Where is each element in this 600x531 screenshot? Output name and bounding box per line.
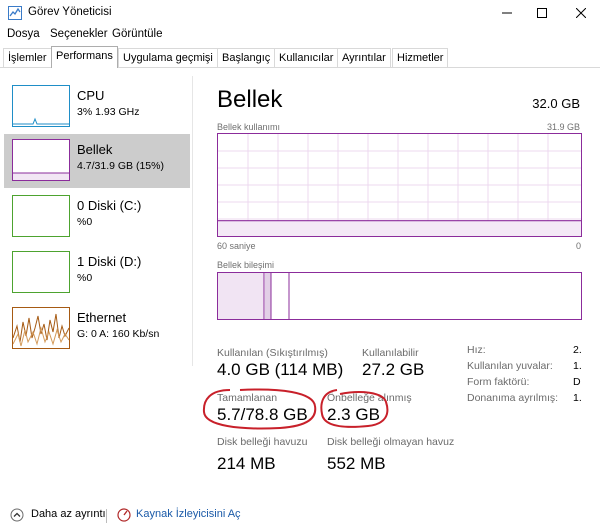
menu-options[interactable]: Seçenekler xyxy=(50,28,108,40)
menu-view[interactable]: Görüntüle xyxy=(112,28,163,40)
tab-services[interactable]: Hizmetler xyxy=(392,48,449,67)
sidebar-item-disk-d[interactable]: 1 Diski (D:) %0 xyxy=(4,246,190,300)
paged-pool-value: 214 MB xyxy=(217,454,276,473)
slots-used-label: Kullanılan yuvalar: xyxy=(467,360,553,372)
task-manager-icon xyxy=(8,6,22,20)
footer-bar: Daha az ayrıntı Kaynak İzleyicisini Aç xyxy=(0,503,600,527)
available-value: 27.2 GB xyxy=(362,360,425,379)
sidebar-item-label: CPU xyxy=(77,88,105,103)
sidebar-item-label: 1 Diski (D:) xyxy=(77,254,142,269)
close-button[interactable] xyxy=(558,0,600,26)
sidebar-item-label: Ethernet xyxy=(77,310,127,325)
ethernet-thumbnail-graph xyxy=(12,307,70,349)
sidebar-item-ethernet[interactable]: Ethernet G: 0 A: 160 Kb/sn xyxy=(4,302,190,356)
sidebar-item-label: Bellek xyxy=(77,142,113,157)
graph-axis-right: 0 xyxy=(576,241,582,251)
nonpaged-pool-value: 552 MB xyxy=(327,454,386,473)
available-label: Kullanılabilir xyxy=(362,347,419,359)
slots-used-value: 1. xyxy=(573,360,582,372)
memory-usage-graph xyxy=(217,133,582,237)
memory-thumbnail-graph xyxy=(12,139,70,181)
usage-graph-label: Bellek kullanımı xyxy=(217,122,281,132)
usage-graph-max: 31.9 GB xyxy=(546,122,580,132)
hardware-reserved-label: Donanıma ayrılmış: xyxy=(467,392,559,404)
tab-users[interactable]: Kullanıcılar xyxy=(274,48,339,67)
memory-composition-bar xyxy=(217,272,582,320)
sidebar-item-value: 3% 1.93 GHz xyxy=(77,106,140,118)
tab-startup[interactable]: Başlangıç xyxy=(217,48,276,67)
composition-label: Bellek bileşimi xyxy=(217,260,275,270)
footer-divider xyxy=(106,509,107,523)
cpu-thumbnail-graph xyxy=(12,85,70,127)
sidebar-item-cpu[interactable]: CPU 3% 1.93 GHz xyxy=(4,80,190,134)
page-title: Bellek xyxy=(217,86,283,113)
title-bar: Görev Yöneticisi xyxy=(0,0,600,26)
tab-processes[interactable]: İşlemler xyxy=(3,48,52,67)
paged-pool-label: Disk belleği havuzu xyxy=(217,436,308,448)
sidebar-item-value: %0 xyxy=(77,216,93,228)
memory-total: 32.0 GB xyxy=(532,96,580,111)
window-title: Görev Yöneticisi xyxy=(28,6,112,18)
menu-bar: Dosya Seçenekler Görüntüle xyxy=(0,28,600,44)
tab-app-history[interactable]: Uygulama geçmişi xyxy=(118,48,218,67)
sidebar-item-value: %0 xyxy=(77,272,93,284)
speed-value: 2. xyxy=(573,344,582,356)
form-factor-label: Form faktörü: xyxy=(467,376,530,388)
fewer-details-link[interactable]: Daha az ayrıntı xyxy=(31,508,106,520)
resource-monitor-icon xyxy=(117,508,131,525)
sidebar-item-label: 0 Diski (C:) xyxy=(77,198,142,213)
nonpaged-pool-label: Disk belleği olmayan havuz xyxy=(327,436,455,448)
hardware-reserved-value: 1. xyxy=(573,392,582,404)
graph-axis-left: 60 saniye xyxy=(217,241,256,251)
menu-file[interactable]: Dosya xyxy=(7,28,40,40)
tab-details[interactable]: Ayrıntılar xyxy=(337,48,391,67)
annotation-circles xyxy=(202,388,389,430)
sidebar-item-value: 4.7/31.9 GB (15%) xyxy=(77,160,164,172)
in-use-value: 4.0 GB (114 MB) xyxy=(217,360,344,379)
memory-usage-fill xyxy=(218,220,581,236)
in-use-label: Kullanılan (Sıkıştırılmış) xyxy=(217,347,328,359)
chevron-up-icon[interactable] xyxy=(10,508,24,525)
tab-bar: İşlemler Performans Uygulama geçmişi Baş… xyxy=(0,46,600,68)
open-resource-monitor-link[interactable]: Kaynak İzleyicisini Aç xyxy=(136,508,241,520)
disk-c-thumbnail-graph xyxy=(12,195,70,237)
tab-performance[interactable]: Performans xyxy=(51,46,118,68)
sidebar-item-memory[interactable]: Bellek 4.7/31.9 GB (15%) xyxy=(4,134,190,188)
sidebar-item-disk-c[interactable]: 0 Diski (C:) %0 xyxy=(4,190,190,244)
disk-d-thumbnail-graph xyxy=(12,251,70,293)
resource-sidebar: CPU 3% 1.93 GHz Bellek 4.7/31.9 GB (15%)… xyxy=(0,76,193,366)
sidebar-item-value: G: 0 A: 160 Kb/sn xyxy=(77,328,160,340)
speed-label: Hız: xyxy=(467,344,486,356)
form-factor-value: D xyxy=(573,376,581,388)
